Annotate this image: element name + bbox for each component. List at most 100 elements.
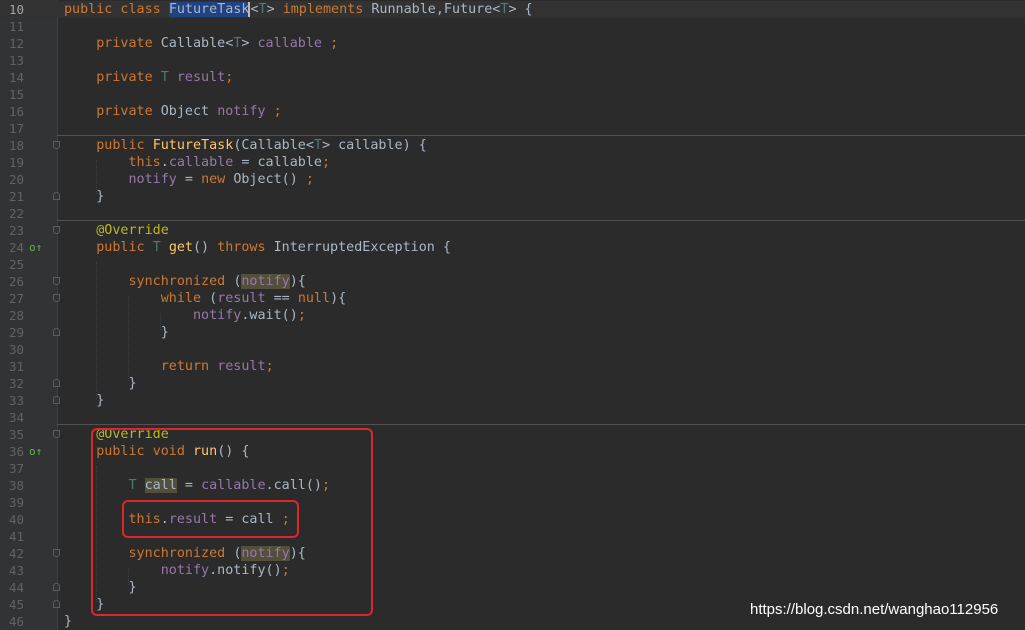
code-line[interactable]: 30 xyxy=(0,341,1025,358)
fold-start-icon[interactable] xyxy=(53,141,60,149)
code-line[interactable]: 14 private T result; xyxy=(0,69,1025,86)
code-text[interactable]: } xyxy=(64,375,137,392)
code-line[interactable]: 34 xyxy=(0,409,1025,426)
code-token: FutureTask xyxy=(152,138,234,153)
code-line[interactable]: 15 xyxy=(0,86,1025,103)
line-number: 23 xyxy=(8,223,24,238)
code-token: } xyxy=(64,614,73,629)
code-text[interactable]: } xyxy=(64,324,169,341)
code-text[interactable]: notify = new Object() ; xyxy=(64,171,314,188)
code-text[interactable]: } xyxy=(64,392,104,409)
fold-end-icon[interactable] xyxy=(53,583,60,591)
code-token: get xyxy=(168,240,193,255)
line-number: 40 xyxy=(8,512,24,527)
code-line[interactable]: 25 xyxy=(0,256,1025,273)
code-token: ( xyxy=(209,291,218,306)
code-line[interactable]: 20 notify = new Object() ; xyxy=(0,171,1025,188)
code-token: synchronized xyxy=(64,274,234,289)
line-number: 26 xyxy=(8,274,24,289)
code-line[interactable]: 18 public FutureTask(Callable<T> callabl… xyxy=(0,137,1025,154)
fold-start-icon[interactable] xyxy=(53,430,60,438)
code-line[interactable]: 32 } xyxy=(0,375,1025,392)
watermark-text: https://blog.csdn.net/wanghao112956 xyxy=(750,601,999,618)
line-number: 46 xyxy=(8,614,24,629)
code-text[interactable]: public class FutureTask<T> implements Ru… xyxy=(64,1,533,18)
code-line[interactable]: 29 } xyxy=(0,324,1025,341)
override-marker-icon[interactable]: o↑ xyxy=(29,444,42,459)
code-token: } xyxy=(64,376,137,391)
code-text[interactable]: synchronized (notify){ xyxy=(64,273,306,290)
code-text[interactable]: notify.wait(); xyxy=(64,307,306,324)
fold-end-icon[interactable] xyxy=(53,379,60,387)
code-line[interactable]: 21 } xyxy=(0,188,1025,205)
fold-end-icon[interactable] xyxy=(53,396,60,404)
code-text[interactable]: @Override xyxy=(64,222,169,239)
code-line[interactable]: 10 public class FutureTask<T> implements … xyxy=(0,1,1025,18)
line-number: 39 xyxy=(8,495,24,510)
code-line[interactable]: 13 xyxy=(0,52,1025,69)
code-text[interactable]: public FutureTask(Callable<T> callable) … xyxy=(64,137,427,154)
code-text[interactable]: private T result; xyxy=(64,69,233,86)
code-text[interactable]: public T get() throws InterruptedExcepti… xyxy=(64,239,451,256)
code-token: public xyxy=(64,138,153,153)
line-number: 24 xyxy=(8,240,24,255)
line-number: 11 xyxy=(8,19,24,34)
code-line[interactable]: 16 private Object notify ; xyxy=(0,103,1025,120)
code-token: implements xyxy=(282,2,372,17)
code-text[interactable]: private Callable<T> callable ; xyxy=(64,35,338,52)
fold-start-icon[interactable] xyxy=(53,226,60,234)
line-number: 30 xyxy=(8,342,24,357)
fold-start-icon[interactable] xyxy=(53,277,60,285)
code-line[interactable]: 19 this.callable = callable; xyxy=(0,154,1025,171)
code-text[interactable]: while (result == null){ xyxy=(64,290,346,307)
fold-end-icon[interactable] xyxy=(53,192,60,200)
fold-end-icon[interactable] xyxy=(53,600,60,608)
fold-start-icon[interactable] xyxy=(53,549,60,557)
code-line[interactable]: 33 } xyxy=(0,392,1025,409)
code-editor[interactable]: 10 public class FutureTask<T> implements … xyxy=(0,0,1025,630)
code-token: == xyxy=(265,291,298,306)
code-token: T xyxy=(258,2,267,17)
code-token: > xyxy=(241,36,258,51)
code-token: private xyxy=(64,104,161,119)
line-number: 33 xyxy=(8,393,24,408)
line-number: 31 xyxy=(8,359,24,374)
code-line[interactable]: 22 xyxy=(0,205,1025,222)
code-token: ; xyxy=(330,36,339,51)
code-token: notify xyxy=(217,104,274,119)
line-number: 38 xyxy=(8,478,24,493)
code-text[interactable]: return result; xyxy=(64,358,274,375)
line-number: 27 xyxy=(8,291,24,306)
fold-start-icon[interactable] xyxy=(53,294,60,302)
line-number: 19 xyxy=(8,155,24,170)
line-number: 45 xyxy=(8,597,24,612)
code-line[interactable]: 26 synchronized (notify){ xyxy=(0,273,1025,290)
fold-end-icon[interactable] xyxy=(53,328,60,336)
line-number: 32 xyxy=(8,376,24,391)
override-marker-icon[interactable]: o↑ xyxy=(29,240,42,255)
code-line[interactable]: 23 @Override xyxy=(0,222,1025,239)
line-number: 25 xyxy=(8,257,24,272)
code-text[interactable]: this.callable = callable; xyxy=(64,154,330,171)
line-number: 15 xyxy=(8,87,24,102)
code-line[interactable]: 12 private Callable<T> callable ; xyxy=(0,35,1025,52)
code-line[interactable]: 17 xyxy=(0,120,1025,137)
code-token: result xyxy=(176,70,226,85)
code-token: result xyxy=(217,359,266,374)
code-token: notify xyxy=(241,274,290,289)
code-line[interactable]: 24 o↑ public T get() throws InterruptedEx… xyxy=(0,239,1025,256)
line-number: 21 xyxy=(8,189,24,204)
code-token: @Override xyxy=(64,223,169,238)
code-text[interactable]: private Object notify ; xyxy=(64,103,281,120)
code-text[interactable]: } xyxy=(64,188,104,205)
code-token: ; xyxy=(305,172,314,187)
code-token: ){ xyxy=(289,274,306,289)
line-number: 16 xyxy=(8,104,24,119)
line-number: 22 xyxy=(8,206,24,221)
code-line[interactable]: 28 notify.wait(); xyxy=(0,307,1025,324)
code-text[interactable]: } xyxy=(64,613,72,630)
code-line[interactable]: 11 xyxy=(0,18,1025,35)
code-line[interactable]: 31 return result; xyxy=(0,358,1025,375)
code-token: . xyxy=(160,155,169,170)
code-line[interactable]: 27 while (result == null){ xyxy=(0,290,1025,307)
